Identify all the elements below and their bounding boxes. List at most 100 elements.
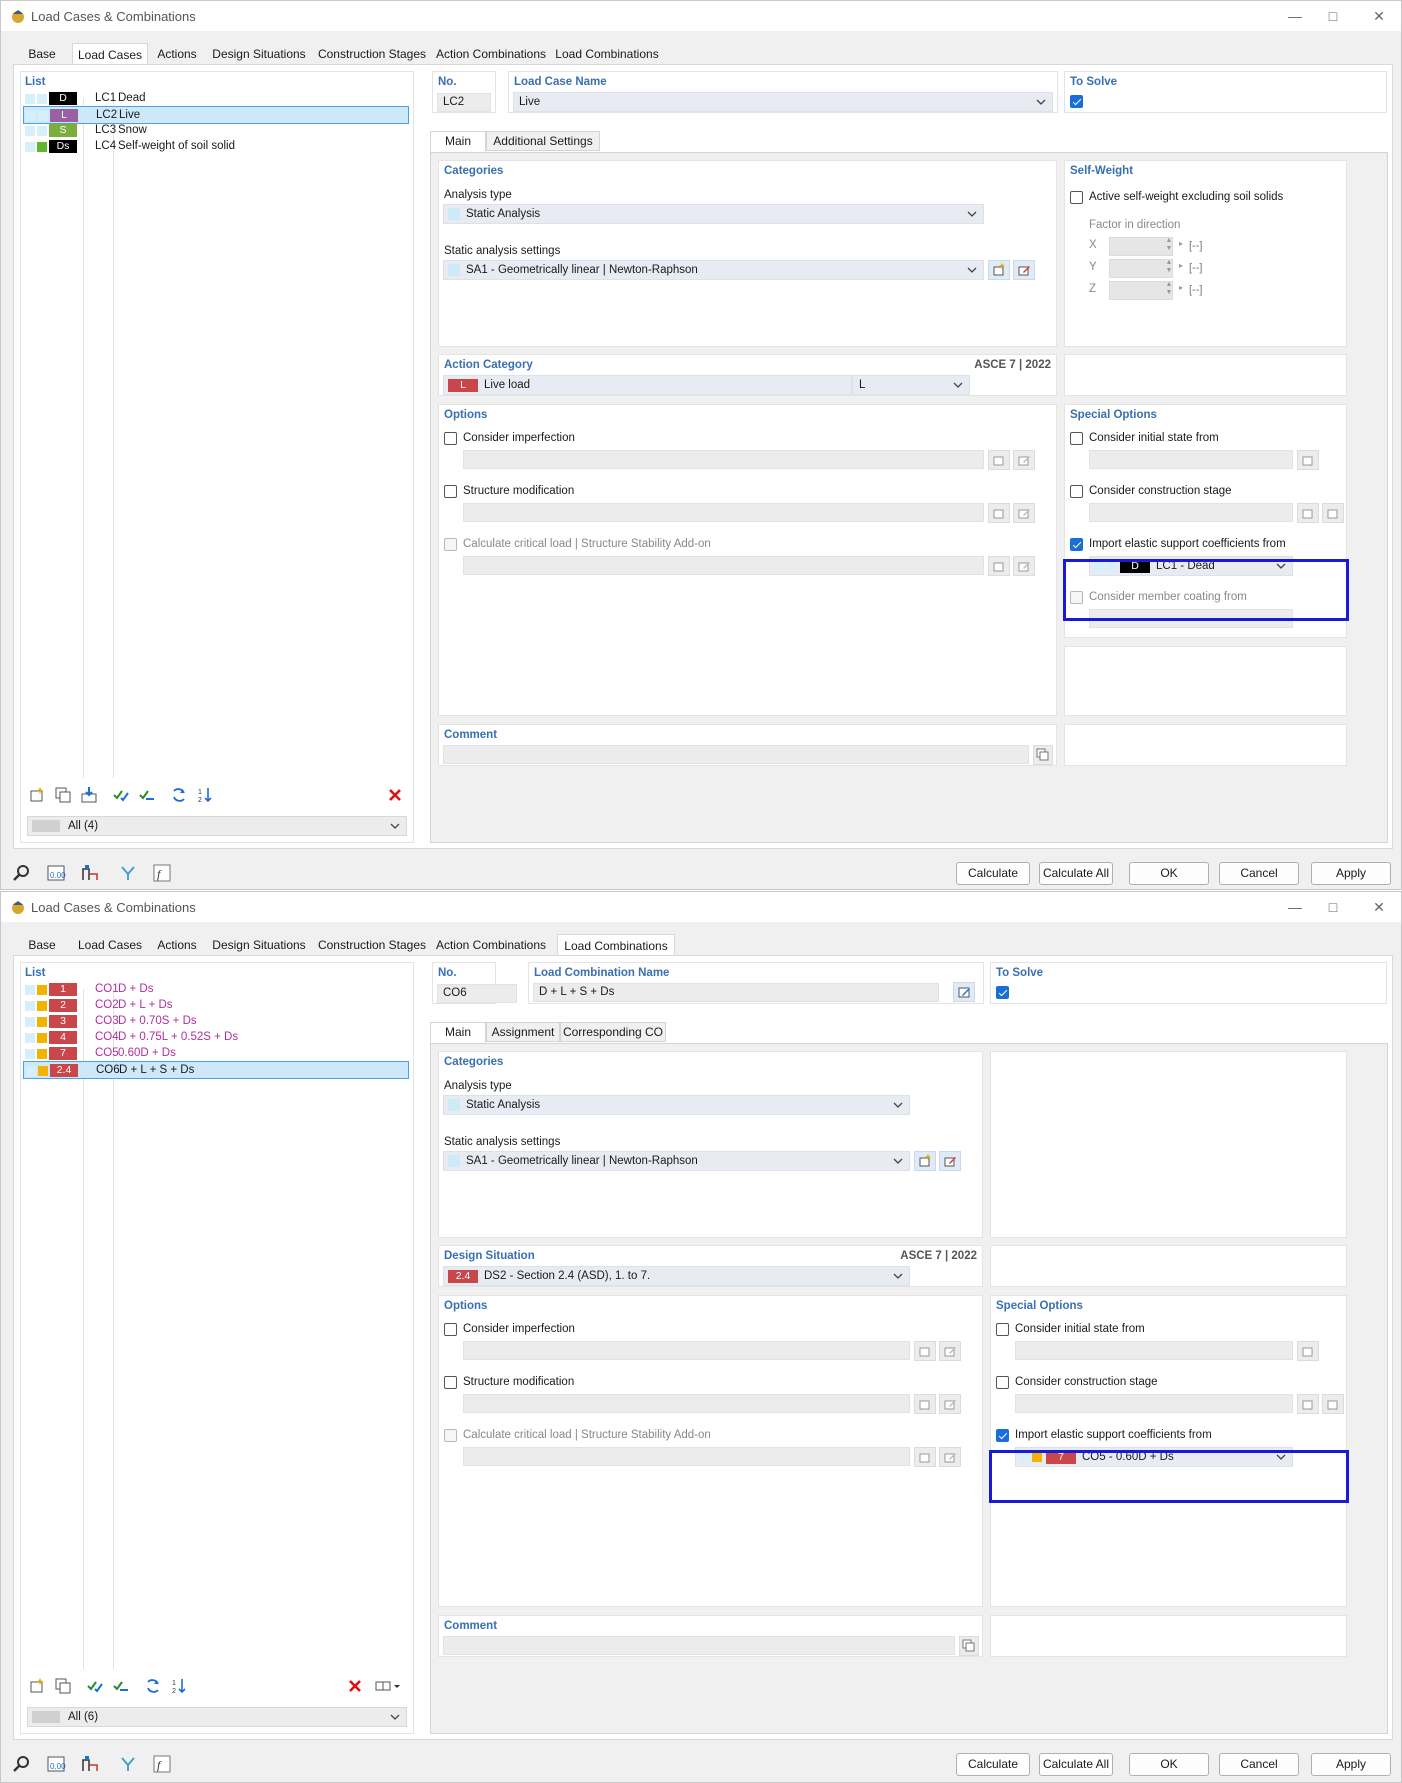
comment-field[interactable] [443,745,1029,764]
tab-actions[interactable]: Actions [149,43,205,65]
tab-actions[interactable]: Actions [149,934,205,956]
import-item-button[interactable] [77,784,101,806]
calculate-all-button[interactable]: Calculate All [1039,1753,1113,1776]
construction-stage-checkbox[interactable] [996,1376,1009,1389]
new-construction-button[interactable] [1297,1394,1319,1414]
action-category-combo[interactable]: L Live load [443,375,852,395]
no-field[interactable]: CO6 [437,984,517,1003]
uncheck-all-button[interactable] [109,1675,133,1697]
minimize-icon[interactable]: — [1285,6,1305,26]
sort-button[interactable]: 12 [167,1675,191,1697]
ok-button[interactable]: OK [1129,1753,1209,1776]
subtab-corresponding-co[interactable]: Corresponding CO [560,1022,666,1042]
list-item[interactable]: Ds LC4 Self-weight of soil solid [23,138,409,156]
delete-button[interactable] [383,784,407,806]
edit-static-settings-button[interactable] [939,1151,961,1171]
edit-construction-button[interactable] [1322,503,1344,523]
edit-modification-button[interactable] [939,1394,961,1414]
construction-stage-field[interactable] [1015,1394,1293,1413]
spin-arrows-icon[interactable]: ▲ ▼ [1165,237,1173,256]
imperfection-field[interactable] [463,1341,910,1360]
static-settings-combo[interactable]: SA1 - Geometrically linear | Newton-Raph… [443,1151,910,1171]
self-weight-checkbox[interactable] [1070,191,1083,204]
model-button[interactable] [77,1752,103,1776]
filter-button[interactable] [115,861,141,885]
tab-load-combinations[interactable]: Load Combinations [551,43,663,65]
new-static-settings-button[interactable] [988,260,1010,280]
factor-z-field[interactable] [1109,281,1173,300]
calculate-all-button[interactable]: Calculate All [1039,862,1113,885]
cancel-button[interactable]: Cancel [1219,1753,1299,1776]
new-imperfection-button[interactable] [988,450,1010,470]
list-item[interactable]: 2.4 CO6 D + L + S + Ds [23,1061,409,1079]
edit-imperfection-button[interactable] [939,1341,961,1361]
comment-library-button[interactable] [959,1636,979,1656]
imperfection-checkbox[interactable] [444,432,457,445]
factor-x-field[interactable] [1109,237,1173,256]
analysis-type-combo[interactable]: Static Analysis [443,204,984,224]
to-solve-checkbox[interactable] [1070,95,1083,108]
tab-load-cases[interactable]: Load Cases [72,934,148,956]
filter-button[interactable] [115,1752,141,1776]
edit-critical-button[interactable] [939,1447,961,1467]
construction-stage-checkbox[interactable] [1070,485,1083,498]
tab-load-cases[interactable]: Load Cases [72,43,148,66]
formula-button[interactable]: f [149,861,175,885]
calculate-button[interactable]: Calculate [956,862,1030,885]
minimize-icon[interactable]: — [1285,897,1305,917]
edit-static-settings-button[interactable] [1013,260,1035,280]
initial-state-checkbox[interactable] [1070,432,1083,445]
search-button[interactable] [9,861,35,885]
apply-button[interactable]: Apply [1311,1753,1391,1776]
comment-field[interactable] [443,1636,955,1655]
imperfection-field[interactable] [463,450,984,469]
imperfection-checkbox[interactable] [444,1323,457,1336]
modification-field[interactable] [463,1394,910,1413]
model-button[interactable] [77,861,103,885]
combination-name-field[interactable]: D + L + S + Ds [533,983,939,1002]
action-code-combo[interactable]: L [852,375,970,395]
new-construction-button[interactable] [1297,503,1319,523]
list-filter[interactable]: All (6) [27,1707,407,1727]
delete-button[interactable] [343,1675,367,1697]
uncheck-all-button[interactable] [135,784,159,806]
list-filter[interactable]: All (4) [27,816,407,836]
chevron-right-icon[interactable]: ▸ [1177,262,1185,281]
tab-action-combinations[interactable]: Action Combinations [433,934,549,956]
new-critical-button[interactable] [914,1447,936,1467]
subtab-main[interactable]: Main [430,1022,486,1043]
static-settings-combo[interactable]: SA1 - Geometrically linear | Newton-Raph… [443,260,984,280]
chevron-right-icon[interactable]: ▸ [1177,284,1185,303]
analysis-type-combo[interactable]: Static Analysis [443,1095,910,1115]
check-all-button[interactable] [83,1675,107,1697]
copy-item-button[interactable] [51,1675,75,1697]
modification-field[interactable] [463,503,984,522]
ok-button[interactable]: OK [1129,862,1209,885]
critical-load-checkbox[interactable] [444,538,457,551]
tab-base[interactable]: Base [13,43,71,65]
subtab-main[interactable]: Main [430,131,486,152]
units-button[interactable]: 0.00 [43,1752,69,1776]
check-all-button[interactable] [109,784,133,806]
tab-construction-stages[interactable]: Construction Stages [313,934,431,956]
close-icon[interactable]: ✕ [1369,6,1389,26]
tab-action-combinations[interactable]: Action Combinations [433,43,549,65]
no-field[interactable]: LC2 [437,93,491,112]
tab-construction-stages[interactable]: Construction Stages [313,43,431,65]
close-icon[interactable]: ✕ [1369,897,1389,917]
sort-button[interactable]: 12 [193,784,217,806]
construction-stage-field[interactable] [1089,503,1293,522]
to-solve-checkbox[interactable] [996,986,1009,999]
critical-load-checkbox[interactable] [444,1429,457,1442]
spin-arrows-icon[interactable]: ▲ ▼ [1165,259,1173,278]
edit-construction-button[interactable] [1322,1394,1344,1414]
modification-checkbox[interactable] [444,1376,457,1389]
new-item-button[interactable] [25,1675,49,1697]
edit-critical-button[interactable] [1013,556,1035,576]
new-imperfection-button[interactable] [914,1341,936,1361]
formula-button[interactable]: f [149,1752,175,1776]
spin-arrows-icon[interactable]: ▲ ▼ [1165,281,1173,300]
import-elastic-checkbox[interactable] [1070,538,1083,551]
new-modification-button[interactable] [914,1394,936,1414]
critical-load-field[interactable] [463,556,984,575]
